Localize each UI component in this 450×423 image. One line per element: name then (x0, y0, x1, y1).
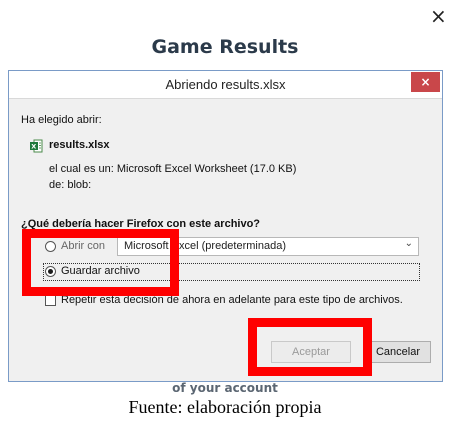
svg-text:X: X (31, 143, 36, 151)
highlight-box-accept-button (248, 318, 372, 376)
file-source-line: de: blob: (49, 179, 92, 191)
download-dialog: Abriendo results.xlsx × Ha elegido abrir… (8, 70, 443, 382)
cancel-button[interactable]: Cancelar (365, 341, 431, 363)
page-heading: Game Results (151, 36, 299, 58)
remember-decision-checkbox[interactable] (45, 295, 56, 306)
excel-file-icon: X (30, 139, 43, 153)
dialog-titlebar: Abriendo results.xlsx × (9, 71, 442, 99)
chevron-down-icon: ⌄ (404, 238, 413, 249)
intro-label: Ha elegido abrir: (21, 114, 102, 126)
page-footer-text: of your account (172, 381, 278, 395)
file-type-line: el cual es un: Microsoft Excel Worksheet… (49, 163, 297, 175)
highlight-box-save-option (22, 229, 179, 296)
file-name: results.xlsx (49, 139, 110, 151)
figure-caption: Fuente: elaboración propia (128, 397, 322, 417)
page-close-icon[interactable]: × (430, 6, 447, 26)
dialog-close-button[interactable]: × (411, 72, 440, 92)
dialog-title: Abriendo results.xlsx (165, 77, 286, 92)
